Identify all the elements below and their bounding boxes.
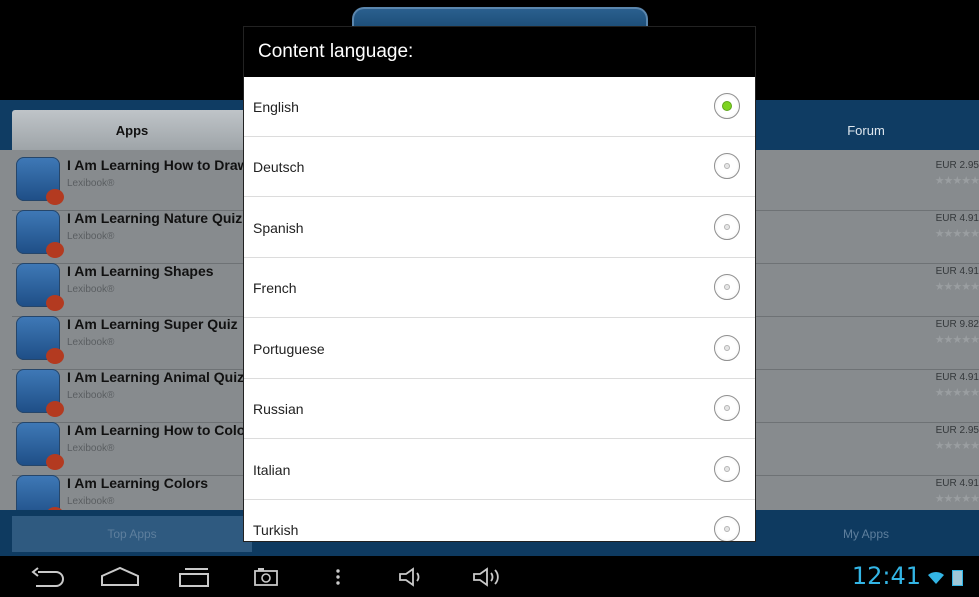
home-icon[interactable] — [98, 564, 142, 589]
language-label: Turkish — [253, 522, 299, 538]
language-option-portuguese[interactable]: Portuguese — [244, 319, 755, 379]
volume-up-icon[interactable] — [470, 564, 506, 589]
wifi-icon — [927, 570, 945, 589]
radio-button[interactable] — [714, 395, 740, 421]
app-icon — [16, 316, 64, 364]
app-developer: Lexibook® — [67, 231, 115, 242]
language-label: French — [253, 280, 297, 296]
language-option-turkish[interactable]: Turkish — [244, 500, 755, 541]
app-price: EUR 4.91 — [935, 266, 979, 277]
app-developer: Lexibook® — [67, 284, 115, 295]
rating-stars-icon: ★★★★★ — [934, 492, 979, 505]
app-title: I Am Learning How to Draw — [67, 157, 249, 173]
radio-button[interactable] — [714, 456, 740, 482]
language-label: Russian — [253, 401, 304, 417]
app-title: I Am Learning How to Colo — [67, 422, 246, 438]
back-icon[interactable] — [28, 564, 70, 589]
screen: Apps Forum I Am Learning How to Draw Lex… — [0, 0, 979, 597]
tab-forum[interactable]: Forum — [756, 110, 976, 150]
nav-top-apps[interactable]: Top Apps — [12, 516, 252, 552]
app-icon — [16, 157, 64, 205]
dialog-title: Content language: — [244, 27, 755, 77]
screenshot-icon[interactable] — [250, 564, 282, 589]
language-label: English — [253, 99, 299, 115]
app-developer: Lexibook® — [67, 443, 115, 454]
rating-stars-icon: ★★★★★ — [934, 174, 979, 187]
radio-button[interactable] — [714, 214, 740, 240]
app-developer: Lexibook® — [67, 496, 115, 507]
radio-button[interactable] — [714, 335, 740, 361]
rating-stars-icon: ★★★★★ — [934, 386, 979, 399]
language-option-spanish[interactable]: Spanish — [244, 198, 755, 258]
app-developer: Lexibook® — [67, 337, 115, 348]
radio-button[interactable] — [714, 153, 740, 179]
app-icon — [16, 369, 64, 417]
system-bar: 12:41 — [0, 556, 979, 597]
volume-down-icon[interactable] — [396, 564, 428, 589]
overflow-menu-icon[interactable] — [330, 564, 346, 589]
language-label: Spanish — [253, 220, 304, 236]
language-option-french[interactable]: French — [244, 258, 755, 318]
app-price: EUR 4.91 — [935, 213, 979, 224]
app-title: I Am Learning Super Quiz — [67, 316, 238, 332]
app-price: EUR 2.95 — [935, 425, 979, 436]
app-icon — [16, 210, 64, 258]
language-label: Italian — [253, 462, 291, 478]
language-label: Portuguese — [253, 341, 325, 357]
battery-icon — [952, 570, 963, 586]
rating-stars-icon: ★★★★★ — [934, 439, 979, 452]
rating-stars-icon: ★★★★★ — [934, 280, 979, 293]
app-title: I Am Learning Shapes — [67, 263, 214, 279]
clock: 12:41 — [851, 562, 921, 590]
radio-button[interactable] — [714, 274, 740, 300]
app-icon — [16, 422, 64, 470]
app-price: EUR 2.95 — [935, 160, 979, 171]
language-option-italian[interactable]: Italian — [244, 440, 755, 500]
app-price: EUR 4.91 — [935, 372, 979, 383]
recent-apps-icon[interactable] — [176, 564, 212, 589]
language-label: Deutsch — [253, 159, 305, 175]
language-option-english[interactable]: English — [244, 77, 755, 137]
app-title: I Am Learning Animal Quiz — [67, 369, 245, 385]
nav-my-apps[interactable]: My Apps — [756, 516, 976, 552]
content-language-dialog: Content language: English Deutsch Spanis… — [244, 27, 755, 541]
language-option-deutsch[interactable]: Deutsch — [244, 137, 755, 197]
app-price: EUR 9.82 — [935, 319, 979, 330]
tab-apps[interactable]: Apps — [12, 110, 252, 150]
radio-button[interactable] — [714, 93, 740, 119]
app-title: I Am Learning Colors — [67, 475, 209, 491]
app-developer: Lexibook® — [67, 390, 115, 401]
app-icon — [16, 263, 64, 311]
app-developer: Lexibook® — [67, 178, 115, 189]
app-price: EUR 4.91 — [935, 478, 979, 489]
radio-button[interactable] — [714, 516, 740, 541]
app-title: I Am Learning Nature Quiz — [67, 210, 243, 226]
rating-stars-icon: ★★★★★ — [934, 333, 979, 346]
language-option-russian[interactable]: Russian — [244, 379, 755, 439]
rating-stars-icon: ★★★★★ — [934, 227, 979, 240]
